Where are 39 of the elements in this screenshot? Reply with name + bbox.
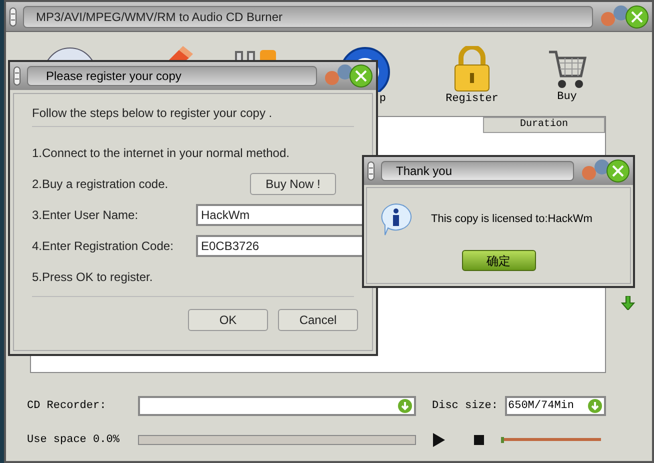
stop-icon[interactable] <box>474 435 484 446</box>
toolbar-label: p <box>379 94 386 105</box>
use-space-label: Use space 0.0% <box>27 433 120 448</box>
toolbar-label: Register <box>446 94 498 105</box>
confirm-button[interactable]: 确定 <box>462 250 536 271</box>
toolbar-label: Buy <box>557 92 577 103</box>
buy-now-button[interactable]: Buy Now ! <box>250 172 336 194</box>
grip-icon <box>9 6 17 26</box>
window-controls-icon[interactable] <box>323 63 373 89</box>
grip-icon <box>367 161 375 181</box>
step-text: 1.Connect to the internet in your normal method. <box>32 144 290 162</box>
dialog-button[interactable]: Cancel <box>278 309 358 331</box>
dialog-title: Please register your copy <box>27 66 317 86</box>
intro-text: Follow the steps below to register your copy . <box>32 105 274 122</box>
dialog-title: Thank you <box>381 161 574 181</box>
step-text: 3.Enter User Name: <box>32 206 138 224</box>
message-text: This copy is licensed to:HackWm <box>431 212 592 227</box>
step-text: 4.Enter Registration Code: <box>32 238 174 254</box>
move-down-icon[interactable] <box>621 296 635 310</box>
cd-recorder-dropdown[interactable] <box>138 396 416 416</box>
dropdown-icon[interactable] <box>398 399 412 413</box>
window-controls-icon[interactable] <box>580 158 630 184</box>
window-controls-icon[interactable] <box>599 4 649 30</box>
dialog-button[interactable]: OK <box>188 309 268 331</box>
padlock-icon[interactable] <box>452 46 492 92</box>
play-icon[interactable] <box>433 433 445 448</box>
cd-recorder-label: CD Recorder: <box>27 398 108 414</box>
grip-icon <box>13 66 21 86</box>
volume-slider[interactable] <box>501 437 601 444</box>
step-text: 5.Press OK to register. <box>32 268 153 286</box>
column-header[interactable]: Duration <box>483 117 605 133</box>
step-text: 2.Buy a registration code. <box>32 176 168 192</box>
shopping-cart-icon[interactable] <box>547 48 587 90</box>
window-title: MP3/AVI/MPEG/WMV/RM to Audio CD Burner <box>23 6 593 28</box>
disc-size-value: 650M/74Min <box>508 398 574 414</box>
disc-size-label: Disc size: <box>432 398 500 414</box>
info-icon <box>379 202 413 236</box>
dropdown-icon[interactable] <box>588 399 602 413</box>
disc-size-dropdown[interactable]: 650M/74Min <box>505 396 606 416</box>
